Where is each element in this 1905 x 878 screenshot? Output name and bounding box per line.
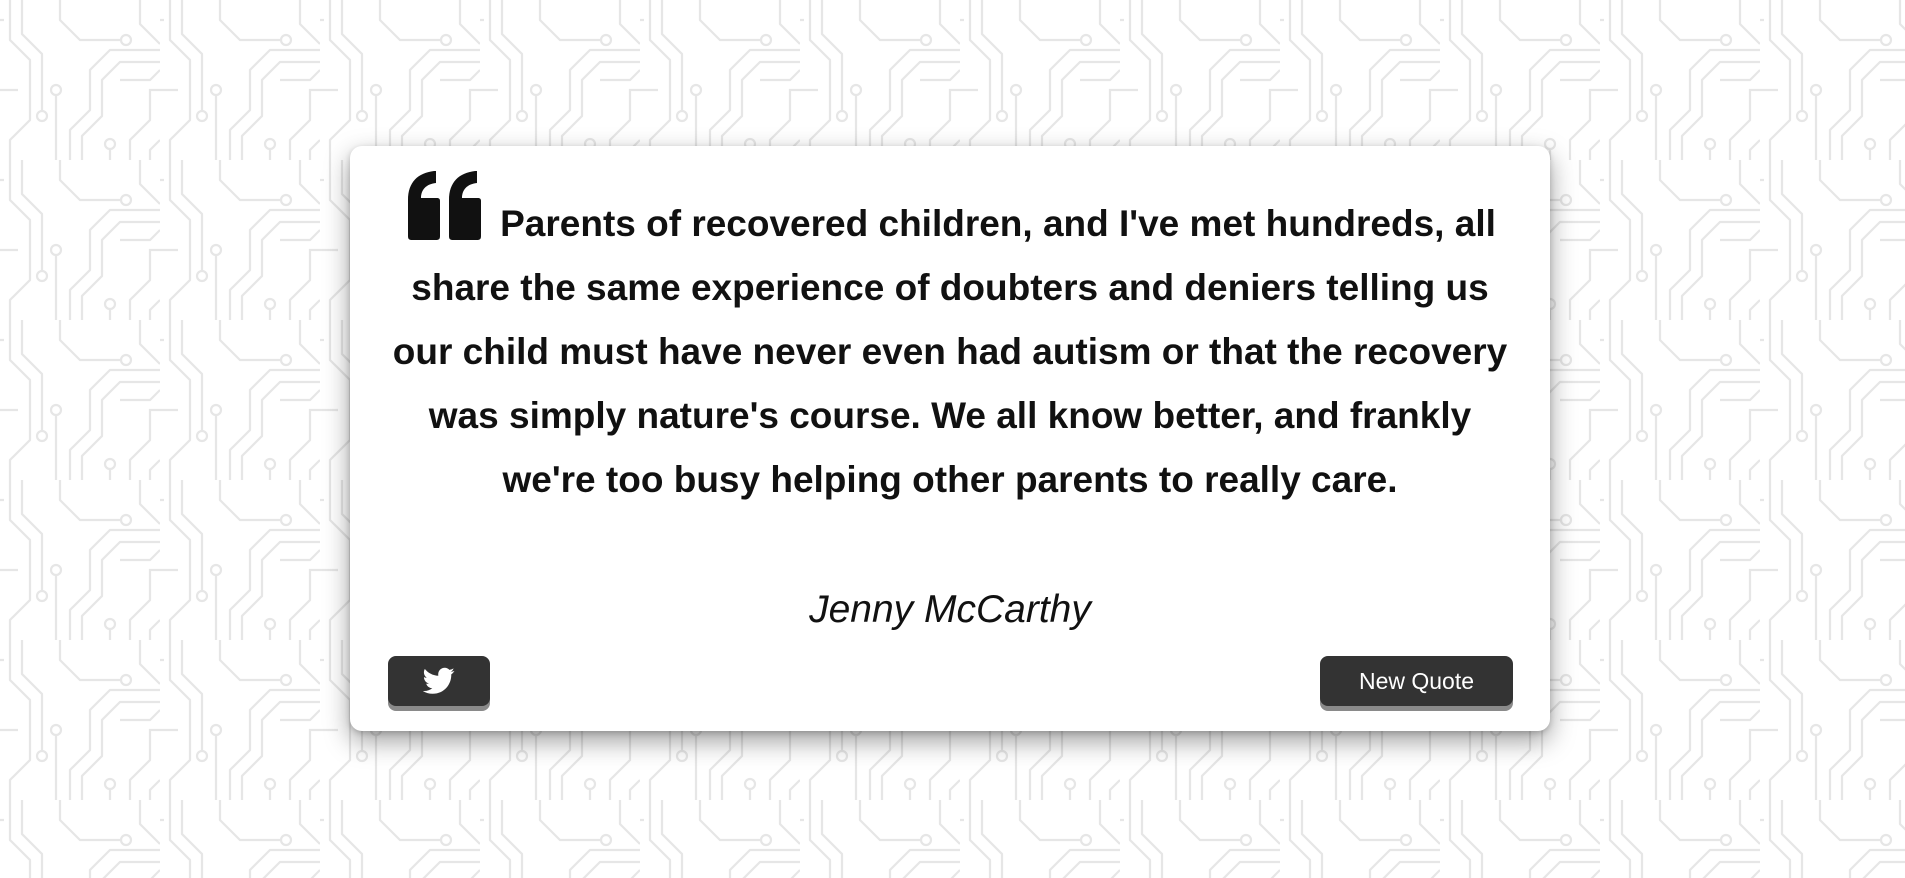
quote-body: Parents of recovered children, and I've … [392, 203, 1508, 500]
twitter-icon [423, 667, 455, 694]
tweet-button[interactable] [388, 656, 490, 706]
quote-left-icon [408, 171, 482, 240]
new-quote-button[interactable]: New Quote [1320, 656, 1513, 706]
quote-card: Parents of recovered children, and I've … [350, 146, 1550, 731]
quote-author: Jenny McCarthy [809, 588, 1091, 631]
quote-text: Parents of recovered children, and I've … [390, 170, 1510, 512]
